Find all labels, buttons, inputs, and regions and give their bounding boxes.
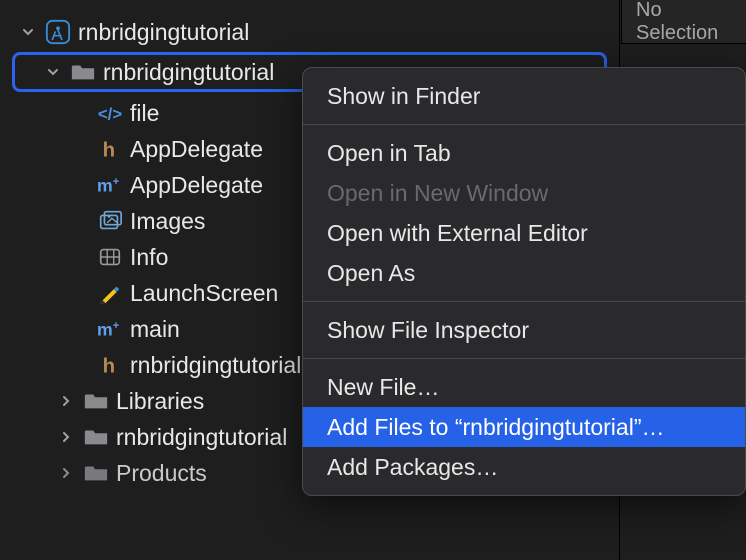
tree-label: Images <box>130 208 205 235</box>
svg-text:m: m <box>97 320 113 340</box>
mm-file-icon: m+ <box>96 315 124 343</box>
tree-label: main <box>130 316 180 343</box>
menu-new-file[interactable]: New File… <box>303 367 745 407</box>
svg-text:h: h <box>103 355 115 377</box>
header-file-icon: h <box>96 351 124 379</box>
menu-open-new-window: Open in New Window <box>303 173 745 213</box>
tree-label: rnbridgingtutorial <box>116 424 287 451</box>
folder-icon <box>82 423 110 451</box>
menu-separator <box>303 358 745 359</box>
header-file-icon: h <box>96 135 124 163</box>
images-icon <box>96 207 124 235</box>
app-icon <box>44 18 72 46</box>
svg-text:h: h <box>103 139 115 161</box>
tree-label-project: rnbridgingtutorial <box>78 19 249 46</box>
menu-show-file-inspector[interactable]: Show File Inspector <box>303 310 745 350</box>
disclosure-closed-icon[interactable] <box>56 431 76 443</box>
tree-label-folder: rnbridgingtutorial <box>103 59 274 86</box>
tree-label: LaunchScreen <box>130 280 278 307</box>
menu-open-as[interactable]: Open As <box>303 253 745 293</box>
inspector-header: No Selection <box>621 0 746 44</box>
context-menu: Show in Finder Open in Tab Open in New W… <box>302 67 746 496</box>
code-icon: </> <box>96 99 124 127</box>
grid-icon <box>96 243 124 271</box>
tree-label: Libraries <box>116 388 204 415</box>
folder-icon <box>82 459 110 487</box>
tree-row-project[interactable]: rnbridgingtutorial <box>0 14 619 50</box>
mm-file-icon: m+ <box>96 171 124 199</box>
tree-label: file <box>130 100 159 127</box>
menu-open-in-tab[interactable]: Open in Tab <box>303 133 745 173</box>
inspector-title: No Selection <box>636 0 746 45</box>
disclosure-open-icon[interactable] <box>18 26 38 38</box>
menu-open-external-editor[interactable]: Open with External Editor <box>303 213 745 253</box>
tree-label: rnbridgingtutorial <box>130 352 301 379</box>
tree-label: AppDelegate <box>130 172 263 199</box>
tree-label: Info <box>130 244 168 271</box>
disclosure-open-icon[interactable] <box>43 66 63 78</box>
svg-text:+: + <box>113 320 120 332</box>
svg-text:m: m <box>97 176 113 196</box>
svg-text:+: + <box>113 176 120 188</box>
tree-label: Products <box>116 460 207 487</box>
menu-separator <box>303 124 745 125</box>
folder-icon <box>69 58 97 86</box>
storyboard-icon <box>96 279 124 307</box>
disclosure-closed-icon[interactable] <box>56 395 76 407</box>
tree-label: AppDelegate <box>130 136 263 163</box>
menu-add-files[interactable]: Add Files to “rnbridgingtutorial”… <box>303 407 745 447</box>
folder-icon <box>82 387 110 415</box>
menu-show-in-finder[interactable]: Show in Finder <box>303 76 745 116</box>
svg-text:</>: </> <box>98 105 122 124</box>
menu-add-packages[interactable]: Add Packages… <box>303 447 745 487</box>
disclosure-closed-icon[interactable] <box>56 467 76 479</box>
menu-separator <box>303 301 745 302</box>
